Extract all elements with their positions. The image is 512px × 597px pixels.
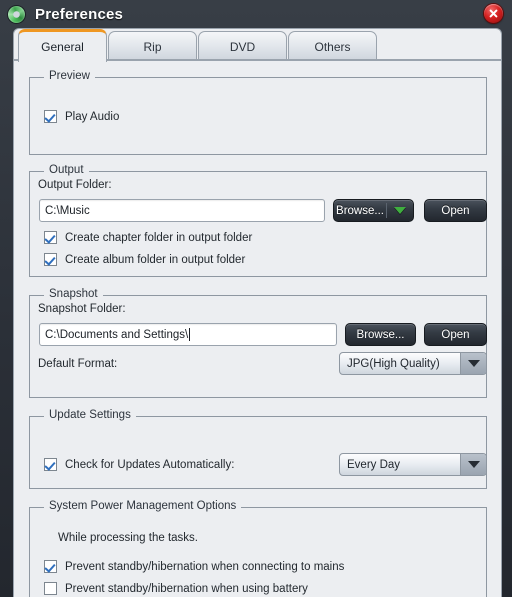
prevent-standby-battery-label: Prevent standby/hibernation when using b… [65,582,308,595]
tab-rip-label: Rip [143,40,162,54]
snapshot-group-title: Snapshot [44,288,103,300]
update-frequency-dropdown-button[interactable] [460,454,486,475]
snapshot-folder-value: C:\Documents and Settings\ [45,328,189,341]
close-button[interactable] [484,4,503,23]
preview-group-title: Preview [44,70,95,82]
tab-general-label: General [41,40,84,54]
snapshot-folder-input[interactable]: C:\Documents and Settings\ [39,323,337,346]
power-intro-text: While processing the tasks. [58,532,198,544]
snapshot-folder-label: Snapshot Folder: [38,303,126,315]
prevent-standby-mains-checkbox[interactable] [44,560,57,573]
play-audio-checkbox-row[interactable]: Play Audio [44,110,119,123]
tab-rip[interactable]: Rip [108,31,197,62]
tab-others-label: Others [314,40,351,54]
output-group-title: Output [44,164,89,176]
tab-dvd-label: DVD [229,40,256,54]
prevent-standby-battery-row[interactable]: Prevent standby/hibernation when using b… [44,582,308,595]
snapshot-open-button[interactable]: Open [424,323,487,346]
tab-dvd[interactable]: DVD [198,31,287,62]
close-icon [489,9,498,18]
check-updates-row[interactable]: Check for Updates Automatically: [44,458,234,471]
snapshot-browse-button[interactable]: Browse... [345,323,416,346]
prevent-standby-mains-label: Prevent standby/hibernation when connect… [65,560,345,573]
create-chapter-folder-label: Create chapter folder in output folder [65,231,253,244]
play-audio-label: Play Audio [65,110,120,123]
prevent-standby-mains-row[interactable]: Prevent standby/hibernation when connect… [44,560,344,573]
output-browse-button[interactable]: Browse... [334,200,386,221]
text-caret [189,328,191,341]
default-format-dropdown-button[interactable] [460,353,486,374]
chevron-down-icon [467,360,480,367]
window-title: Preferences [35,5,124,23]
create-chapter-folder-checkbox[interactable] [44,231,57,244]
preferences-window: Preferences General Rip DVD Others Previ… [0,0,512,597]
disc-icon [8,5,25,23]
create-album-folder-row[interactable]: Create album folder in output folder [44,253,245,266]
triangle-down-icon [394,207,406,214]
check-updates-checkbox[interactable] [44,458,57,471]
titlebar: Preferences [0,0,512,28]
output-folder-label: Output Folder: [38,179,112,191]
output-folder-input[interactable]: C:\Music [39,199,325,222]
create-chapter-folder-row[interactable]: Create chapter folder in output folder [44,231,252,244]
default-format-label: Default Format: [38,358,118,370]
prevent-standby-battery-checkbox[interactable] [44,582,57,595]
tab-bar: General Rip DVD Others [14,29,501,62]
tab-general[interactable]: General [18,29,107,62]
default-format-value: JPG(High Quality) [347,357,440,370]
tab-content-general: Preview Play Audio Output Output Folder:… [14,60,501,597]
update-frequency-select[interactable]: Every Day [339,453,487,476]
output-browse-split-button[interactable]: Browse... [333,199,414,222]
update-settings-group-title: Update Settings [44,409,136,421]
output-open-button[interactable]: Open [424,199,487,222]
default-format-select[interactable]: JPG(High Quality) [339,352,487,375]
tab-others[interactable]: Others [288,31,377,62]
create-album-folder-checkbox[interactable] [44,253,57,266]
update-frequency-value: Every Day [347,458,401,471]
output-browse-dropdown-button[interactable] [387,200,413,221]
check-updates-label: Check for Updates Automatically: [65,458,235,471]
power-management-group-title: System Power Management Options [44,500,242,512]
play-audio-checkbox[interactable] [44,110,57,123]
chevron-down-icon [467,461,480,468]
preferences-panel: General Rip DVD Others Preview Play Audi… [13,28,502,597]
create-album-folder-label: Create album folder in output folder [65,253,246,266]
